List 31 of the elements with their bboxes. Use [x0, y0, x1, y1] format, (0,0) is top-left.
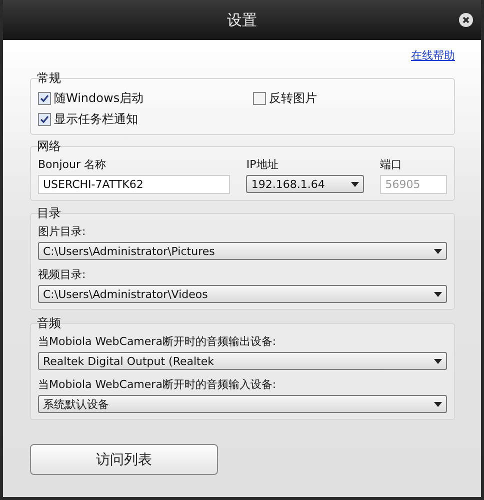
checkbox[interactable]: 反转图片: [253, 90, 447, 107]
dropdown[interactable]: 系统默认设备: [38, 395, 447, 413]
checkmark-icon: [40, 115, 49, 124]
group-title: 目录: [37, 206, 61, 220]
field-label: 当Mobiola WebCamera断开时的音频输入设备:: [38, 378, 278, 392]
dropdown-caret-icon: [351, 182, 360, 186]
dropdown[interactable]: C:\Users\Administrator\Pictures: [38, 242, 447, 260]
checkbox[interactable]: 显示任务栏通知: [38, 111, 253, 128]
group-title: 音频: [37, 316, 61, 330]
field-label: 视频目录:: [38, 268, 87, 282]
group-title: 网络: [37, 139, 61, 153]
field-label: 当Mobiola WebCamera断开时的音频输出设备:: [38, 335, 278, 349]
dropdown-caret-icon: [434, 402, 442, 406]
checkbox[interactable]: 随Windows启动: [38, 90, 253, 107]
dropdown[interactable]: C:\Users\Administrator\Videos: [38, 285, 447, 303]
close-icon[interactable]: [459, 13, 473, 27]
dropdown[interactable]: 192.168.1.64: [246, 175, 364, 193]
dropdown-caret-icon: [434, 248, 442, 254]
dropdown-caret-icon: [434, 358, 442, 364]
window-title: 设置: [227, 10, 257, 30]
field-label: 端口: [380, 158, 404, 172]
group-title: 常规: [37, 71, 61, 85]
access-list-button[interactable]: 访问列表: [30, 444, 218, 475]
checkmark-icon: [40, 94, 49, 103]
dropdown-caret-icon: [434, 292, 442, 296]
field-label: 图片目录:: [38, 225, 87, 239]
field-label: Bonjour 名称: [38, 158, 108, 172]
dropdown[interactable]: Realtek Digital Output (Realtek: [38, 352, 447, 370]
help-link[interactable]: 在线帮助: [411, 48, 455, 62]
input-field[interactable]: USERCHI-7ATTK62: [38, 175, 230, 194]
field-label: IP地址: [246, 158, 280, 172]
